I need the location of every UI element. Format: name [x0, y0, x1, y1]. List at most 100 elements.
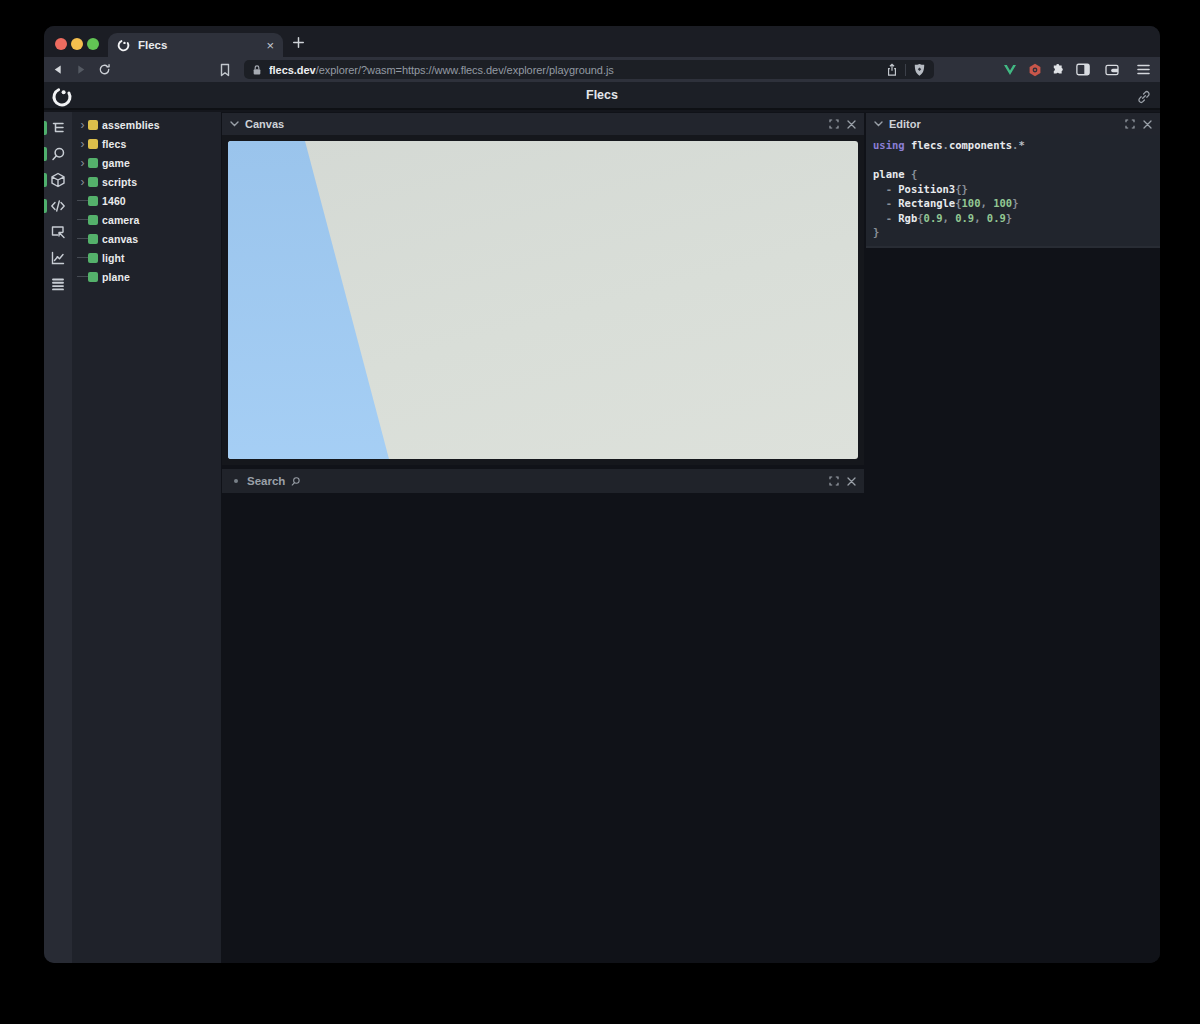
entity-label: 1460 [102, 195, 126, 207]
inspector-icon [50, 224, 66, 240]
memory-icon [50, 276, 66, 292]
leaf-dash [77, 200, 88, 202]
expand-arrow-icon[interactable]: › [77, 175, 88, 189]
tree-item-1460[interactable]: 1460 [72, 191, 221, 210]
expand-arrow-icon[interactable]: › [77, 118, 88, 132]
vue-devtools-icon[interactable] [1002, 57, 1018, 82]
tree-item-game[interactable]: › game [72, 153, 221, 172]
chevron-down-icon[interactable] [874, 121, 883, 127]
app-header: Flecs [44, 82, 1160, 110]
wallet-icon[interactable] [1104, 57, 1120, 82]
chevron-down-icon[interactable] [230, 121, 239, 127]
code-line [873, 153, 1152, 168]
tab-bar: Flecs × [44, 26, 1160, 57]
permalink-icon[interactable] [1137, 90, 1151, 104]
close-panel-button[interactable] [847, 120, 856, 129]
extension-red-icon[interactable] [1027, 57, 1043, 82]
entity-label: assemblies [102, 119, 160, 131]
tree-item-flecs[interactable]: ›flecs [72, 134, 221, 153]
panel-title: Editor [889, 118, 1117, 130]
search-panel-title: Search [247, 475, 285, 487]
entity-label: camera [102, 214, 139, 226]
tree-item-plane[interactable]: plane [72, 267, 221, 286]
sidebar-item-inspector[interactable] [44, 219, 72, 245]
reload-button[interactable] [96, 57, 112, 82]
entity-color-square [88, 120, 98, 130]
back-button[interactable] [49, 57, 65, 82]
expand-arrow-icon[interactable]: › [77, 137, 88, 151]
url-text: flecs.dev/explorer/?wasm=https://www.fle… [269, 64, 886, 76]
code-editor[interactable]: using flecs.components.*plane { - Positi… [866, 135, 1160, 248]
page-title: Flecs [44, 88, 1160, 102]
bookmark-icon[interactable] [217, 57, 233, 82]
editor-panel: Editor using flecs.components.*plane { -… [866, 113, 1160, 248]
close-panel-button[interactable] [847, 477, 856, 486]
browser-window: Flecs × flecs.dev/explorer/?wasm=https:/… [44, 26, 1160, 963]
expand-arrow-icon[interactable]: › [77, 156, 88, 170]
entity-color-square [88, 272, 98, 282]
entity-label: game [102, 157, 130, 169]
tab-title: Flecs [138, 39, 266, 51]
entity-label: scripts [102, 176, 137, 188]
close-window-button[interactable] [55, 38, 67, 50]
code-icon [50, 198, 66, 214]
tree-item-scripts[interactable]: › scripts [72, 172, 221, 191]
search-icon [290, 476, 301, 487]
outliner-icon [50, 120, 66, 136]
tab-close-icon[interactable]: × [266, 39, 274, 52]
entity-color-square [88, 234, 98, 244]
share-icon[interactable] [886, 63, 898, 77]
sidebar-toggle-icon[interactable] [1075, 57, 1091, 82]
entity-tree: ›assemblies›flecs›game›scripts1460camera… [72, 112, 221, 963]
collapsed-indicator[interactable] [234, 479, 238, 483]
search-icon [50, 146, 66, 162]
sidebar-item-editor[interactable] [44, 193, 72, 219]
expand-panel-button[interactable] [829, 476, 839, 486]
active-indicator [44, 121, 47, 135]
leaf-dash [77, 219, 88, 221]
active-indicator [44, 173, 47, 187]
code-line: } [873, 225, 1152, 240]
sidebar-item-memory[interactable] [44, 271, 72, 297]
sidebar-item-search[interactable] [44, 141, 72, 167]
3d-viewport[interactable] [228, 141, 858, 459]
sidebar-item-outliner[interactable] [44, 115, 72, 141]
forward-button[interactable] [73, 57, 89, 82]
entity-color-square [88, 177, 98, 187]
lock-icon [252, 64, 262, 76]
code-line: plane { [873, 167, 1152, 182]
canvas-panel: Canvas [222, 113, 864, 465]
search-panel-header: Search [222, 469, 864, 493]
tree-item-assemblies[interactable]: › assemblies [72, 115, 221, 134]
leaf-dash [77, 276, 88, 278]
sidebar-item-entities[interactable] [44, 167, 72, 193]
new-tab-button[interactable] [292, 36, 305, 49]
code-line: - Rectangle{100, 100} [873, 196, 1152, 211]
extensions-puzzle-icon[interactable] [1050, 57, 1066, 82]
menu-icon[interactable] [1135, 57, 1151, 82]
expand-panel-button[interactable] [1125, 119, 1135, 129]
flecs-favicon [117, 39, 130, 52]
tree-item-canvas[interactable]: canvas [72, 229, 221, 248]
brave-shield-icon[interactable] [913, 63, 926, 77]
stats-icon [50, 250, 66, 266]
scene-sky [228, 141, 858, 459]
code-line: - Position3{} [873, 182, 1152, 197]
entity-color-square [88, 196, 98, 206]
entity-color-square [88, 139, 98, 149]
minimize-window-button[interactable] [71, 38, 83, 50]
browser-tab[interactable]: Flecs × [108, 33, 283, 57]
expand-panel-button[interactable] [829, 119, 839, 129]
tree-item-camera[interactable]: camera [72, 210, 221, 229]
canvas-panel-header: Canvas [222, 113, 864, 135]
entity-label: canvas [102, 233, 138, 245]
url-bar[interactable]: flecs.dev/explorer/?wasm=https://www.fle… [244, 60, 934, 79]
sidebar-item-stats[interactable] [44, 245, 72, 271]
tree-item-light[interactable]: light [72, 248, 221, 267]
zoom-window-button[interactable] [87, 38, 99, 50]
leaf-dash [77, 257, 88, 259]
cube-icon [50, 172, 66, 188]
entity-color-square [88, 253, 98, 263]
close-panel-button[interactable] [1143, 120, 1152, 129]
code-line: - Rgb{0.9, 0.9, 0.9} [873, 211, 1152, 226]
